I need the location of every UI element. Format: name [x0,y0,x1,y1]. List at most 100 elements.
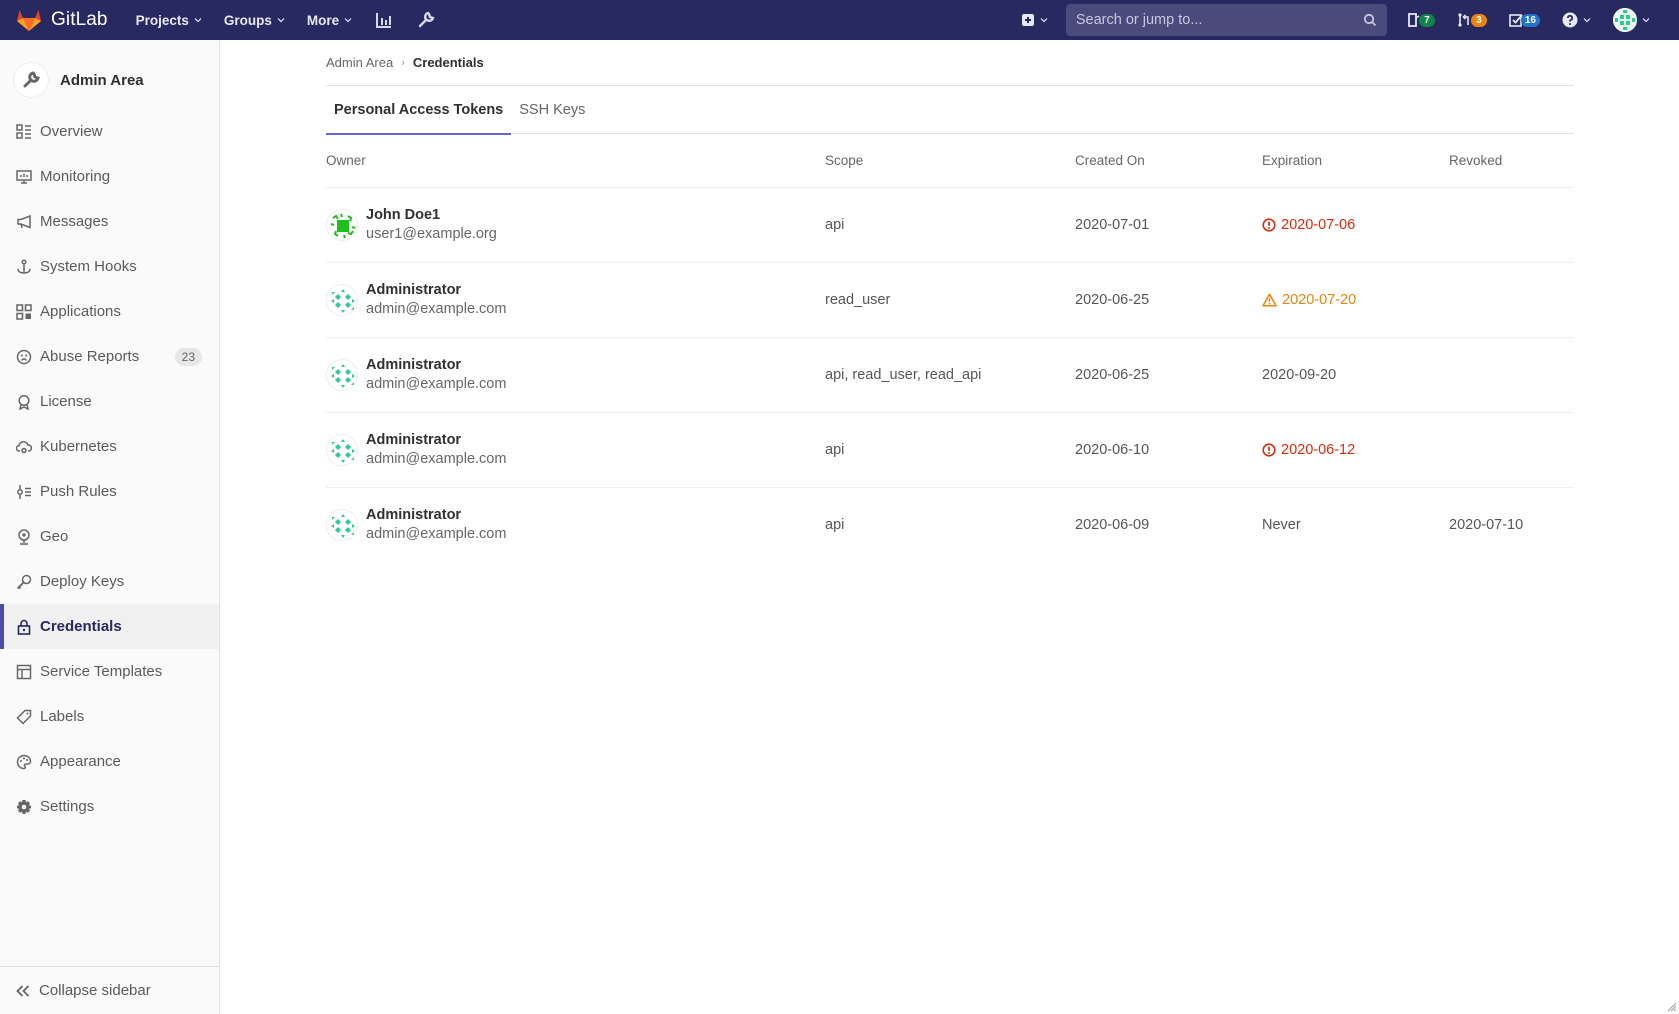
created-on-cell: 2020-06-09 [1075,516,1150,533]
location-icon [16,528,32,545]
header-created-on: Created On [1075,134,1262,188]
revoked-cell [1449,187,1574,263]
issues-counter[interactable]: 7 [1407,12,1435,28]
sidebar-item-deploy-keys[interactable]: Deploy Keys [0,559,219,604]
sidebar-item-label: System Hooks [40,258,137,275]
sidebar-item-labels[interactable]: Labels [0,694,219,739]
sidebar-item-push-rules[interactable]: Push Rules [0,469,219,514]
navbar-right: 7 3 16 [1021,0,1679,40]
sidebar-item-label: Service Templates [40,663,163,680]
owner-cell: Administrator admin@example.com [326,412,825,488]
sidebar-item-applications[interactable]: Applications [0,289,219,334]
chevron-down-icon [1642,18,1650,23]
breadcrumb-admin-area[interactable]: Admin Area [326,55,393,70]
sidebar-item-label: Monitoring [40,168,111,185]
credentials-table: Owner Scope Created On Expiration Revoke… [326,134,1574,562]
search-icon[interactable] [1363,13,1377,27]
owner-avatar[interactable] [326,508,358,541]
search-input[interactable] [1075,12,1363,28]
merge-requests-counter[interactable]: 3 [1457,12,1487,28]
sidebar-item-service-templates[interactable]: Service Templates [0,649,219,694]
created-on-cell: 2020-07-01 [1075,187,1262,263]
owner-name[interactable]: Administrator [366,432,506,448]
projects-dropdown[interactable]: Projects [136,13,202,28]
owner-email: user1@example.org [366,226,497,242]
sidebar-item-license[interactable]: License [0,379,219,424]
sidebar-item-geo[interactable]: Geo [0,514,219,559]
expiration-date: 2020-07-20 [1282,291,1357,308]
created-on-cell: 2020-06-25 [1075,262,1262,338]
sidebar-item-appearance[interactable]: Appearance [0,739,219,784]
gitlab-home-link[interactable]: GitLab [16,0,108,40]
resize-grip-icon[interactable] [1665,1000,1677,1012]
table-row: Administrator admin@example.com api, read_… [326,337,1574,413]
sidebar-item-label: License [40,393,92,410]
owner-email: admin@example.com [366,301,507,317]
owner-avatar[interactable] [326,208,358,241]
owner-avatar[interactable] [326,433,358,466]
sidebar-item-kubernetes[interactable]: Kubernetes [0,424,219,469]
owner-name[interactable]: John Doe1 [366,207,497,223]
sidebar-item-messages[interactable]: Messages [0,199,219,244]
sidebar-item-overview[interactable]: Overview [0,109,219,154]
header-owner: Owner [326,134,825,188]
owner-email: admin@example.com [366,376,507,392]
revoked-cell [1449,412,1574,488]
new-item-dropdown[interactable] [1021,13,1048,27]
user-menu-dropdown[interactable] [1613,8,1650,32]
owner-name[interactable]: Administrator [366,507,506,523]
table-row: John Doe1 user1@example.org api 2020-07-01 2… [326,187,1574,263]
activity-chart-button[interactable] [374,10,394,30]
sidebar-item-monitoring[interactable]: Monitoring [0,154,219,199]
sidebar-title: Admin Area [60,71,144,89]
admin-area-button[interactable] [416,10,436,30]
sidebar-item-system-hooks[interactable]: System Hooks [0,244,219,289]
merge-requests-count-badge: 3 [1470,13,1487,27]
owner-avatar[interactable] [326,283,358,316]
sidebar-item-label: Abuse Reports [40,348,140,365]
breadcrumb-current[interactable]: Credentials [413,55,484,70]
main-nav: Projects Groups More [136,10,459,30]
key-icon [16,574,32,590]
created-on-cell: 2020-06-25 [1075,337,1262,413]
todos-count-badge: 16 [1520,13,1540,27]
sidebar-header[interactable]: Admin Area [0,51,219,109]
activity-chart-icon [376,13,392,28]
groups-label: Groups [223,12,272,28]
collapse-sidebar-button[interactable]: Collapse sidebar [0,966,219,1014]
sidebar-item-settings[interactable]: Settings [0,784,219,829]
tab-ssh-keys[interactable]: SSH Keys [511,86,593,134]
label-icon [16,709,32,725]
top-navbar: GitLab Projects Groups More Search or ju… [0,0,1679,40]
chevron-down-icon [194,18,202,23]
table-row: Administrator admin@example.com read_user 2… [326,262,1574,338]
groups-dropdown[interactable]: Groups [224,13,285,28]
tab-personal-access-tokens[interactable]: Personal Access Tokens [326,86,512,135]
gear-icon [16,799,32,815]
more-dropdown[interactable]: More [307,13,352,28]
applications-icon [16,303,32,320]
help-dropdown[interactable] [1562,12,1591,28]
megaphone-icon [16,214,32,230]
owner-cell: Administrator admin@example.com [326,337,825,413]
table-row: Administrator admin@example.com api 2020-06… [326,487,1574,562]
revoked-cell [1449,262,1574,338]
todos-counter[interactable]: 16 [1509,13,1540,27]
sidebar-item-abuse-reports[interactable]: Abuse Reports 23 [0,334,219,379]
cloud-gear-icon [16,439,32,455]
more-label: More [306,12,340,28]
chevron-down-icon [344,18,352,23]
overview-icon [16,123,32,140]
expiration-date: Never [1262,516,1301,533]
owner-name[interactable]: Administrator [366,357,506,373]
created-on-cell: 2020-06-10 [1075,412,1262,488]
owner-avatar[interactable] [326,358,358,391]
revoked-cell [1449,337,1574,413]
sidebar-item-credentials[interactable]: Credentials [0,604,219,649]
abuse-reports-count-badge: 23 [174,347,202,366]
expired-alert-icon [1262,217,1276,232]
expiration-date: 2020-07-06 [1281,216,1356,233]
sidebar-item-label: Labels [40,708,85,725]
owner-name[interactable]: Administrator [366,282,506,298]
credentials-tabs: Personal Access Tokens SSH Keys [326,86,1574,135]
